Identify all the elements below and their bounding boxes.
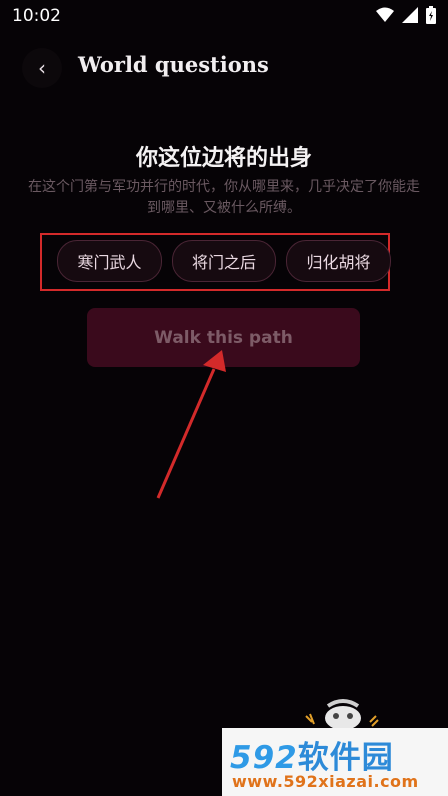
option-chip-2[interactable]: 将门之后 xyxy=(172,240,276,282)
gamepad-mascot-icon xyxy=(305,699,379,730)
header: ‹ World questions xyxy=(0,40,448,96)
status-bar: 10:02 xyxy=(0,0,448,32)
chevron-left-icon: ‹ xyxy=(38,56,46,80)
question-description: 在这个门第与军功并行的时代，你从哪里来，几乎决定了你能走到哪里、又被什么所缚。 xyxy=(28,179,420,216)
status-time: 10:02 xyxy=(12,6,61,26)
wifi-icon xyxy=(376,7,394,22)
status-icons xyxy=(376,6,436,24)
watermark-brand-text: 软件园 xyxy=(297,740,394,776)
annotation-arrow xyxy=(156,350,226,499)
signal-icon xyxy=(402,7,418,23)
option-chip-3[interactable]: 归化胡将 xyxy=(286,240,391,282)
option-chip-1[interactable]: 寒门武人 xyxy=(57,240,162,282)
watermark-brand-number: 592 xyxy=(230,740,298,776)
battery-icon xyxy=(426,6,436,24)
back-button[interactable]: ‹ xyxy=(22,48,62,88)
watermark-logo: 592软件园 xyxy=(230,732,394,777)
walk-this-path-button[interactable]: Walk this path xyxy=(87,308,360,367)
watermark-url: www.592xiazai.com xyxy=(232,772,419,791)
watermark: 592软件园 www.592xiazai.com xyxy=(222,728,448,796)
question-title: 你这位边将的出身 xyxy=(135,146,312,171)
page-title: World questions xyxy=(78,52,269,77)
